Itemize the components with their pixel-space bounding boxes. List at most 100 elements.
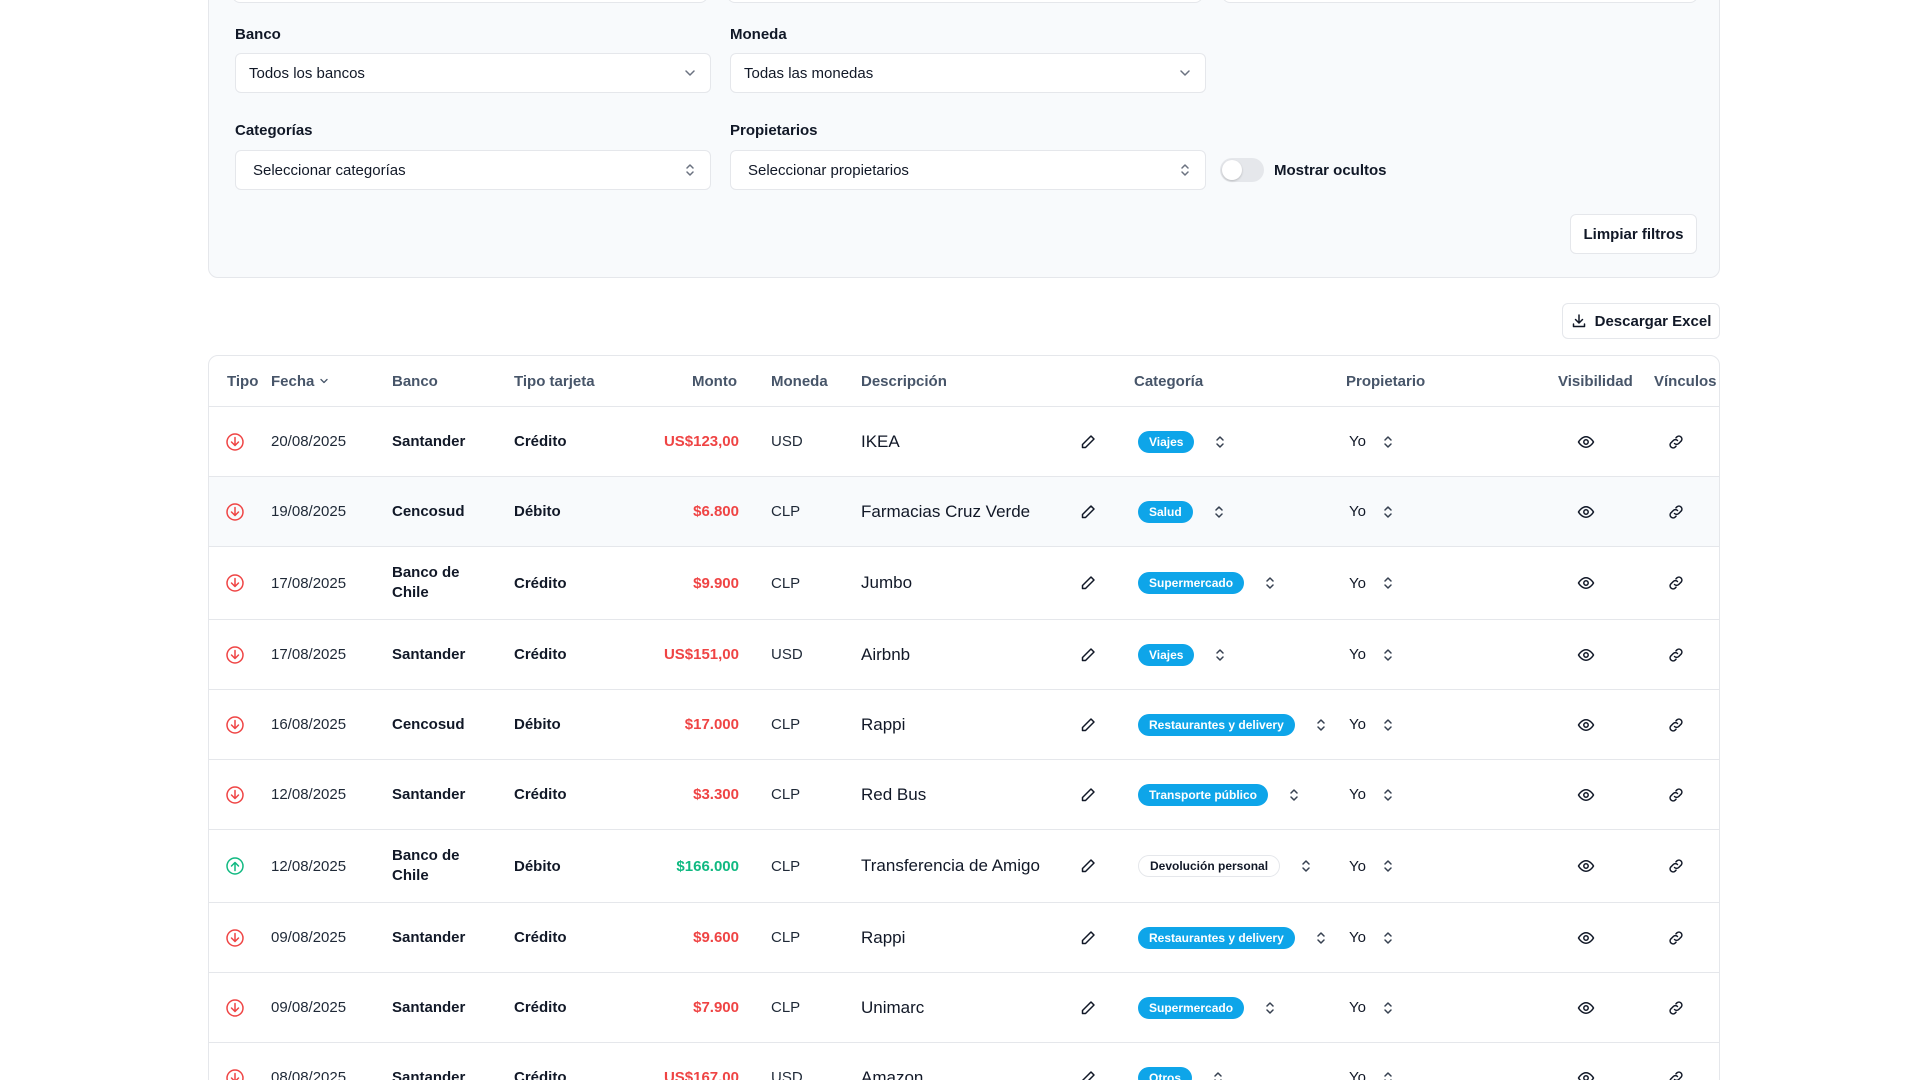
link-icon[interactable] bbox=[1667, 1043, 1685, 1080]
link-icon[interactable] bbox=[1667, 830, 1685, 902]
category-select-icon[interactable] bbox=[1211, 504, 1227, 520]
col-header-owner: Propietario bbox=[1346, 372, 1426, 390]
bank-cell: Santander bbox=[392, 785, 466, 803]
owner-cell[interactable]: Yo bbox=[1349, 690, 1396, 759]
eye-icon[interactable] bbox=[1577, 407, 1595, 476]
col-header-visibility: Visibilidad bbox=[1558, 372, 1633, 390]
bank-cell: Cencosud bbox=[392, 715, 465, 733]
col-header-type: Tipo bbox=[227, 372, 259, 390]
category-select-icon[interactable] bbox=[1212, 647, 1228, 663]
description-cell: Transferencia de Amigo bbox=[861, 856, 1040, 875]
eye-icon[interactable] bbox=[1577, 690, 1595, 759]
link-icon[interactable] bbox=[1667, 547, 1685, 619]
bank-select[interactable]: Todos los bancos bbox=[235, 53, 711, 93]
expense-arrow-icon bbox=[225, 973, 245, 1042]
amount-cell: $9.900 bbox=[693, 574, 739, 592]
link-icon[interactable] bbox=[1667, 903, 1685, 972]
date-cell: 09/08/2025 bbox=[271, 929, 347, 946]
owner-select-icon bbox=[1380, 1070, 1396, 1080]
eye-icon[interactable] bbox=[1577, 547, 1595, 619]
amount-cell: $6.800 bbox=[693, 503, 739, 520]
edit-description-icon[interactable] bbox=[1079, 477, 1097, 546]
owner-cell[interactable]: Yo bbox=[1349, 407, 1396, 476]
filter-stub-1[interactable] bbox=[232, 0, 708, 3]
owner-value: Yo bbox=[1349, 999, 1366, 1016]
owner-cell[interactable]: Yo bbox=[1349, 760, 1396, 829]
owner-cell[interactable]: Yo bbox=[1349, 547, 1396, 619]
currency-cell: CLP bbox=[771, 999, 801, 1016]
owner-cell[interactable]: Yo bbox=[1349, 1043, 1396, 1080]
edit-description-icon[interactable] bbox=[1079, 407, 1097, 476]
link-icon[interactable] bbox=[1667, 690, 1685, 759]
edit-description-icon[interactable] bbox=[1079, 547, 1097, 619]
col-header-amount: Monto bbox=[692, 372, 737, 390]
category-cell: Devolución personal bbox=[1138, 830, 1314, 902]
eye-icon[interactable] bbox=[1577, 830, 1595, 902]
owner-cell[interactable]: Yo bbox=[1349, 830, 1396, 902]
filter-stub-3[interactable] bbox=[1222, 0, 1698, 3]
category-select-icon[interactable] bbox=[1262, 575, 1278, 591]
owner-value: Yo bbox=[1349, 503, 1366, 520]
currency-select[interactable]: Todas las monedas bbox=[730, 53, 1206, 93]
category-select-icon[interactable] bbox=[1262, 1000, 1278, 1016]
bank-cell: Cencosud bbox=[392, 502, 465, 520]
category-select-icon[interactable] bbox=[1313, 930, 1329, 946]
owner-cell[interactable]: Yo bbox=[1349, 973, 1396, 1042]
date-cell: 19/08/2025 bbox=[271, 503, 347, 520]
description-cell: Farmacias Cruz Verde bbox=[861, 501, 1031, 521]
category-select-icon[interactable] bbox=[1313, 717, 1329, 733]
category-badge: Devolución personal bbox=[1138, 855, 1281, 877]
edit-description-icon[interactable] bbox=[1079, 760, 1097, 829]
show-hidden-toggle[interactable] bbox=[1220, 158, 1264, 182]
category-select-icon[interactable] bbox=[1298, 858, 1314, 874]
link-icon[interactable] bbox=[1667, 620, 1685, 689]
category-select-icon[interactable] bbox=[1210, 1070, 1226, 1080]
eye-icon[interactable] bbox=[1577, 903, 1595, 972]
category-badge: Supermercado bbox=[1138, 572, 1245, 594]
owners-multiselect[interactable]: Seleccionar propietarios bbox=[730, 150, 1206, 190]
currency-cell: CLP bbox=[771, 574, 801, 592]
currency-cell: CLP bbox=[771, 857, 801, 875]
edit-description-icon[interactable] bbox=[1079, 620, 1097, 689]
chevron-up-down-icon bbox=[682, 162, 698, 178]
owner-select-icon bbox=[1380, 787, 1396, 803]
edit-description-icon[interactable] bbox=[1079, 903, 1097, 972]
owner-select-icon bbox=[1380, 858, 1396, 874]
filter-stub-2[interactable] bbox=[727, 0, 1203, 3]
table-row: 16/08/2025 Cencosud Débito $17.000 CLP Rappi R… bbox=[209, 689, 1719, 759]
edit-description-icon[interactable] bbox=[1079, 830, 1097, 902]
edit-description-icon[interactable] bbox=[1079, 690, 1097, 759]
eye-icon[interactable] bbox=[1577, 477, 1595, 546]
col-header-date-label: Fecha bbox=[271, 372, 315, 390]
table-row: 19/08/2025 Cencosud Débito $6.800 CLP Farmaci… bbox=[209, 476, 1719, 546]
description-cell: Airbnb bbox=[861, 644, 911, 664]
chevron-down-icon bbox=[682, 65, 698, 81]
edit-description-icon[interactable] bbox=[1079, 1043, 1097, 1080]
category-badge: Restaurantes y delivery bbox=[1138, 926, 1295, 949]
category-select-icon[interactable] bbox=[1286, 787, 1302, 803]
eye-icon[interactable] bbox=[1577, 760, 1595, 829]
link-icon[interactable] bbox=[1667, 407, 1685, 476]
owner-cell[interactable]: Yo bbox=[1349, 477, 1396, 546]
link-icon[interactable] bbox=[1667, 477, 1685, 546]
transactions-table: Tipo Fecha Banco Tipo tarjeta Monto Mone… bbox=[208, 355, 1720, 1080]
description-cell: Unimarc bbox=[861, 997, 925, 1017]
edit-description-icon[interactable] bbox=[1079, 973, 1097, 1042]
bank-select-value: Todos los bancos bbox=[249, 64, 365, 82]
category-select-icon[interactable] bbox=[1212, 434, 1228, 450]
category-cell: Salud bbox=[1138, 477, 1227, 546]
eye-icon[interactable] bbox=[1577, 1043, 1595, 1080]
amount-cell: US$151,00 bbox=[663, 646, 739, 663]
owner-cell[interactable]: Yo bbox=[1349, 620, 1396, 689]
owner-cell[interactable]: Yo bbox=[1349, 903, 1396, 972]
link-icon[interactable] bbox=[1667, 760, 1685, 829]
categories-multiselect[interactable]: Seleccionar categorías bbox=[235, 150, 711, 190]
eye-icon[interactable] bbox=[1577, 973, 1595, 1042]
col-header-date[interactable]: Fecha bbox=[271, 356, 330, 406]
card-type-cell: Crédito bbox=[514, 929, 567, 946]
category-badge: Viajes bbox=[1138, 643, 1195, 666]
clear-filters-button[interactable]: Limpiar filtros bbox=[1570, 214, 1697, 254]
download-excel-button[interactable]: Descargar Excel bbox=[1562, 303, 1720, 339]
link-icon[interactable] bbox=[1667, 973, 1685, 1042]
eye-icon[interactable] bbox=[1577, 620, 1595, 689]
